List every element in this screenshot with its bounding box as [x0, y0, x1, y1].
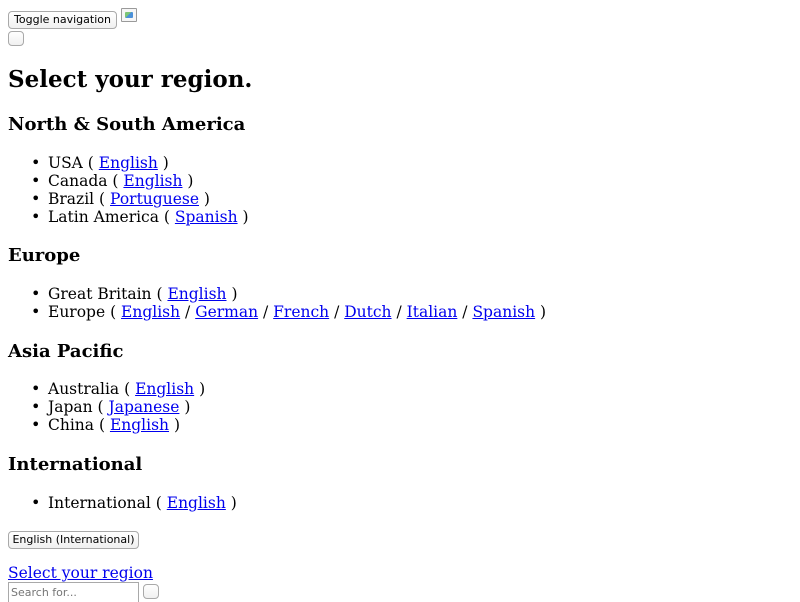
country-name: International	[48, 494, 151, 512]
list-item: China ( English )	[31, 416, 205, 434]
country-name: Brazil	[48, 190, 95, 208]
list-item: Europe ( English / German / French / Dut…	[31, 303, 546, 321]
language-link[interactable]: English	[121, 303, 180, 321]
region-list-international: International ( English )	[0, 494, 237, 512]
region-list-americas: USA ( English ) Canada ( English ) Brazi…	[0, 154, 249, 226]
country-name: Latin America	[48, 208, 159, 226]
region-heading-international: International	[8, 454, 143, 475]
toggle-navigation-button[interactable]: Toggle navigation	[8, 11, 117, 29]
country-name: Europe	[48, 303, 106, 321]
country-name: Japan	[48, 398, 93, 416]
country-name: USA	[48, 154, 83, 172]
list-item: USA ( English )	[31, 154, 249, 172]
language-link[interactable]: Spanish	[472, 303, 535, 321]
region-heading-americas: North & South America	[8, 114, 246, 135]
page-title: Select your region.	[8, 66, 253, 93]
region-heading-asia-pacific: Asia Pacific	[8, 341, 124, 362]
list-item: Brazil ( Portuguese )	[31, 190, 249, 208]
search-submit-button[interactable]	[143, 584, 159, 599]
language-link[interactable]: Portuguese	[110, 190, 199, 208]
language-link[interactable]: French	[273, 303, 329, 321]
language-link[interactable]: Spanish	[175, 208, 238, 226]
language-link[interactable]: English	[123, 172, 182, 190]
language-selector-button[interactable]: English (International)	[8, 531, 139, 549]
language-link[interactable]: German	[195, 303, 258, 321]
language-link[interactable]: English	[167, 285, 226, 303]
language-link[interactable]: English	[99, 154, 158, 172]
country-name: China	[48, 416, 95, 434]
select-region-link[interactable]: Select your region	[8, 563, 153, 583]
list-item: Canada ( English )	[31, 172, 249, 190]
broken-image-icon	[121, 8, 137, 22]
country-name: Great Britain	[48, 285, 152, 303]
language-link[interactable]: English	[167, 494, 226, 512]
language-link[interactable]: Japanese	[109, 398, 180, 416]
language-link[interactable]: Dutch	[344, 303, 391, 321]
country-name: Australia	[48, 380, 120, 398]
language-link[interactable]: English	[135, 380, 194, 398]
list-item: Great Britain ( English )	[31, 285, 546, 303]
list-item: Latin America ( Spanish )	[31, 208, 249, 226]
search-input[interactable]	[8, 582, 139, 602]
language-link[interactable]: Italian	[407, 303, 458, 321]
list-item: Australia ( English )	[31, 380, 205, 398]
language-link[interactable]: English	[110, 416, 169, 434]
region-heading-europe: Europe	[8, 245, 81, 266]
list-item: Japan ( Japanese )	[31, 398, 205, 416]
region-list-europe: Great Britain ( English ) Europe ( Engli…	[0, 285, 546, 321]
region-list-asia-pacific: Australia ( English ) Japan ( Japanese )…	[0, 380, 205, 434]
navbar-checkbox-button[interactable]	[8, 31, 24, 46]
list-item: International ( English )	[31, 494, 237, 512]
country-name: Canada	[48, 172, 108, 190]
